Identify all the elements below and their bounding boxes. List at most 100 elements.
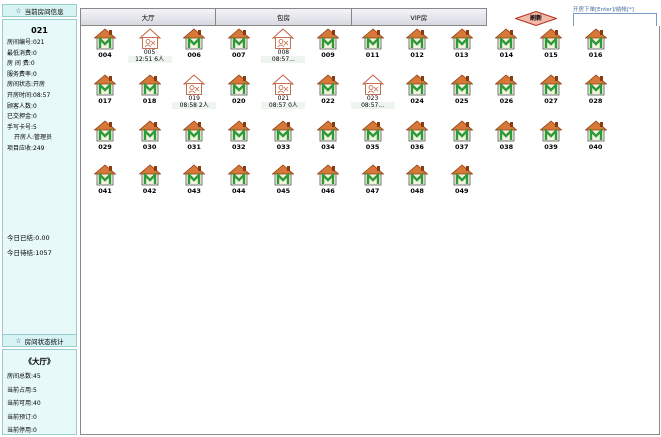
refresh-button[interactable]: 刷新 <box>515 11 557 26</box>
stats-row: 当前停用:0 <box>7 427 37 435</box>
room-number: 047 <box>365 187 380 195</box>
room-040[interactable]: 040 <box>574 118 618 158</box>
room-number: 008 <box>277 49 290 56</box>
room-005[interactable]: 005 12:51 6人 <box>127 26 172 66</box>
room-048[interactable]: 048 <box>395 162 439 202</box>
room-025[interactable]: 025 <box>440 72 484 112</box>
room-033[interactable]: 033 <box>261 118 305 158</box>
room-info-row: 手写卡号:5 <box>7 123 37 131</box>
available-room-icon <box>317 74 339 96</box>
current-room-title: 当前房间信息 <box>24 7 64 16</box>
room-017[interactable]: 017 <box>83 72 127 112</box>
available-room-icon <box>317 28 339 50</box>
room-020[interactable]: 020 <box>217 72 261 112</box>
room-039[interactable]: 039 <box>529 118 573 158</box>
room-number: 026 <box>499 97 514 105</box>
room-038[interactable]: 038 <box>484 118 528 158</box>
tab-hall[interactable]: 大厅 <box>81 9 217 25</box>
room-006[interactable]: 006 <box>172 26 216 66</box>
room-034[interactable]: 034 <box>306 118 350 158</box>
current-room-info: 021 房间编号:021 最低消费:0 房 间 费:0 服务费率:0 房间状态:开房 开房… <box>2 19 77 335</box>
available-room-icon <box>450 28 473 50</box>
room-026[interactable]: 026 <box>484 72 528 112</box>
room-036[interactable]: 036 <box>395 118 439 158</box>
room-info-row: 顾客人数:0 <box>7 102 37 110</box>
room-028[interactable]: 028 <box>574 72 618 112</box>
room-number: 046 <box>321 187 335 195</box>
room-008[interactable]: 008 08:57... <box>261 26 306 66</box>
room-number: 034 <box>321 143 335 151</box>
room-045[interactable]: 045 <box>261 162 305 202</box>
room-info-row: 已交押金:0 <box>7 113 37 121</box>
room-024[interactable]: 024 <box>395 72 439 112</box>
room-number: 023 <box>366 95 379 102</box>
room-info-row: 项目应收:249 <box>7 144 45 152</box>
current-room-header: ☆ 当前房间信息 <box>2 4 77 17</box>
room-012[interactable]: 012 <box>395 26 439 66</box>
room-occupancy-info: 08:57... <box>261 56 306 63</box>
room-number: 025 <box>455 97 469 105</box>
available-room-icon <box>584 74 607 96</box>
room-016[interactable]: 016 <box>574 26 618 66</box>
room-number: 041 <box>98 187 112 195</box>
room-number: 007 <box>232 51 246 59</box>
room-info-row: 开房人:管理员 <box>14 134 53 142</box>
room-037[interactable]: 037 <box>440 118 484 158</box>
available-room-icon <box>138 74 161 96</box>
room-number: 045 <box>276 187 291 195</box>
room-019[interactable]: 019 08:58 2人 <box>172 72 217 112</box>
available-room-icon <box>94 28 116 50</box>
available-room-icon <box>406 120 429 142</box>
tab-vip-room[interactable]: VIP房 <box>351 9 486 25</box>
stats-row: 房间总数:45 <box>7 373 41 380</box>
room-number: 033 <box>276 143 291 151</box>
room-032[interactable]: 032 <box>217 118 261 158</box>
room-info-row: 开房时间:08:57 <box>7 91 51 99</box>
room-info-row: 房间编号:021 <box>7 39 45 46</box>
room-041[interactable]: 041 <box>83 162 127 202</box>
room-027[interactable]: 027 <box>529 72 573 112</box>
room-number: 043 <box>187 187 201 195</box>
room-049[interactable]: 049 <box>440 162 484 202</box>
room-022[interactable]: 022 <box>306 72 350 112</box>
room-018[interactable]: 018 <box>128 72 172 112</box>
room-035[interactable]: 035 <box>351 118 395 158</box>
room-047[interactable]: 047 <box>351 162 395 202</box>
tab-private-room[interactable]: 包房 <box>216 9 352 25</box>
room-info-row: 最低消费:0 <box>7 49 37 57</box>
room-number: 021 <box>277 95 290 102</box>
room-043[interactable]: 043 <box>172 162 216 202</box>
room-023[interactable]: 023 08:57... <box>350 72 395 112</box>
occupied-room-icon <box>183 74 206 95</box>
room-013[interactable]: 013 <box>440 26 484 66</box>
room-number: 037 <box>455 143 469 151</box>
room-number: 027 <box>544 97 558 105</box>
available-room-icon <box>227 28 250 50</box>
available-room-icon <box>138 164 161 186</box>
stats-area: 《大厅》 <box>24 357 55 366</box>
available-room-icon <box>361 28 384 50</box>
available-room-icon <box>450 74 473 96</box>
available-room-icon <box>272 120 295 142</box>
room-021[interactable]: 021 08:57 0人 <box>261 72 306 112</box>
today-paid: 今日已结:0.00 <box>7 234 50 242</box>
room-029[interactable]: 029 <box>83 118 127 158</box>
room-014[interactable]: 014 <box>484 26 528 66</box>
room-042[interactable]: 042 <box>128 162 172 202</box>
room-044[interactable]: 044 <box>217 162 261 202</box>
room-046[interactable]: 046 <box>306 162 350 202</box>
occupied-room-icon <box>138 28 161 49</box>
open-room-input[interactable] <box>573 13 657 27</box>
room-007[interactable]: 007 <box>217 26 261 66</box>
room-009[interactable]: 009 <box>306 26 350 66</box>
room-number: 029 <box>98 143 112 151</box>
room-015[interactable]: 015 <box>529 26 573 66</box>
room-number: 039 <box>544 143 558 151</box>
room-number: 009 <box>321 51 335 59</box>
room-004[interactable]: 004 <box>83 26 127 66</box>
available-room-icon <box>540 120 562 142</box>
room-031[interactable]: 031 <box>172 118 216 158</box>
room-011[interactable]: 011 <box>351 26 395 66</box>
room-number: 019 <box>188 95 200 102</box>
room-030[interactable]: 030 <box>128 118 172 158</box>
